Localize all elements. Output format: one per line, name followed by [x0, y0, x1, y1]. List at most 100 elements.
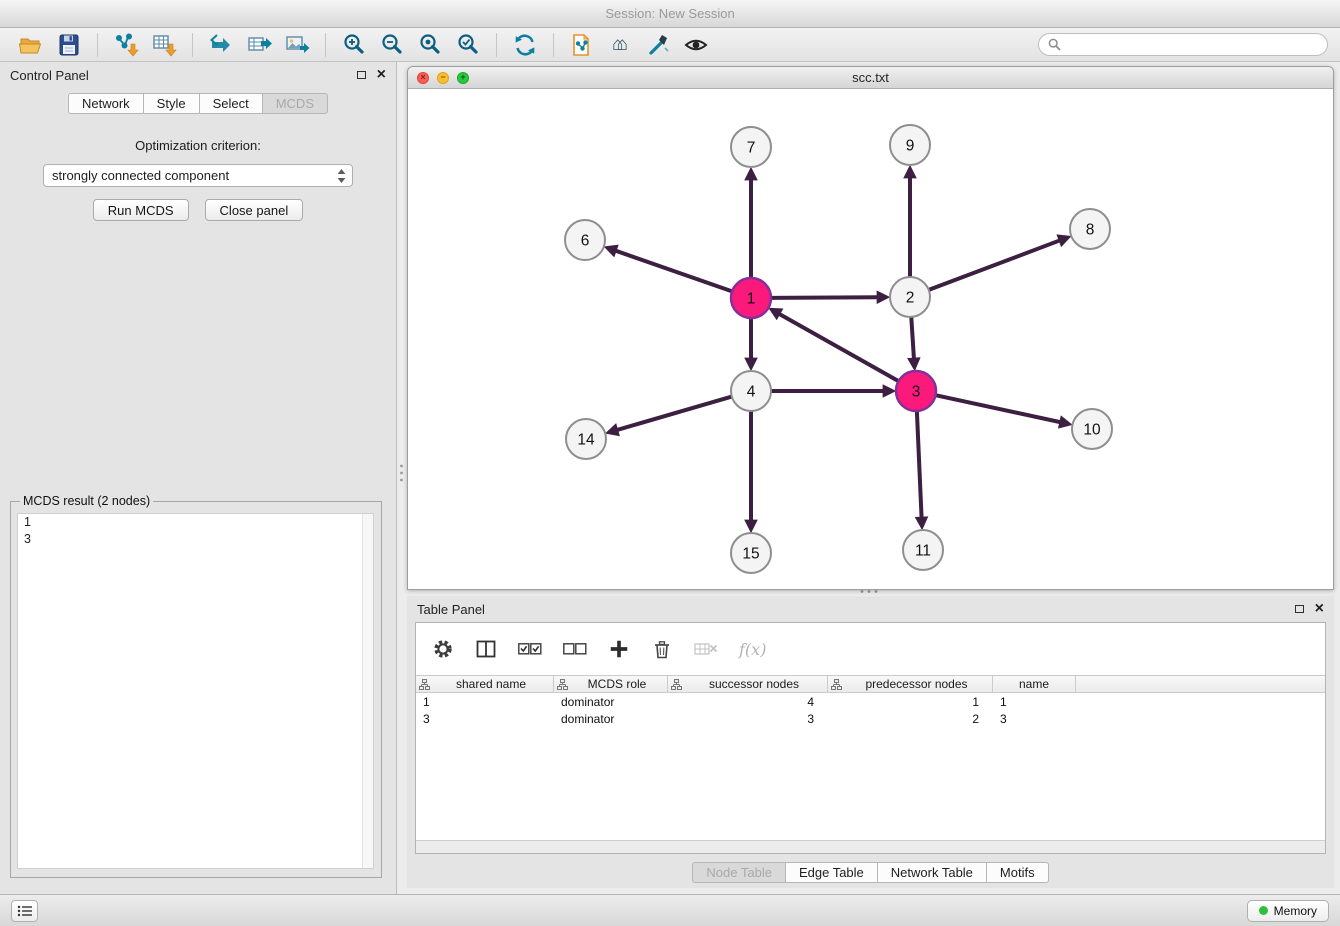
- mcds-result-group: MCDS result (2 nodes) 1 3: [10, 494, 382, 878]
- cell-shared-name[interactable]: 1: [416, 695, 554, 709]
- tab-network[interactable]: Network: [68, 93, 144, 114]
- task-history-button[interactable]: [11, 900, 38, 922]
- table-settings-gear-icon[interactable]: [432, 638, 454, 660]
- float-table-panel-icon[interactable]: [1295, 605, 1304, 613]
- edge-3-11[interactable]: [917, 411, 922, 518]
- zoom-selected-button[interactable]: [449, 30, 487, 60]
- cell-mcds-role[interactable]: dominator: [554, 695, 668, 709]
- node-label-15: 15: [742, 546, 759, 563]
- table-row[interactable]: 3 dominator 3 2 3: [416, 710, 1325, 727]
- toolbar-separator: [553, 33, 554, 57]
- edge-1-2[interactable]: [771, 297, 878, 298]
- import-network-button[interactable]: [107, 30, 145, 60]
- save-session-button[interactable]: [50, 30, 88, 60]
- vertical-splitter-grip[interactable]: [398, 462, 405, 484]
- first-neighbors-icon: ⌂⌂: [612, 34, 628, 56]
- close-table-panel-icon[interactable]: ×: [1315, 603, 1324, 615]
- cell-successor-nodes[interactable]: 4: [668, 695, 828, 709]
- edge-2-8[interactable]: [929, 240, 1060, 290]
- refresh-layout-button[interactable]: [506, 30, 544, 60]
- edge-4-14[interactable]: [617, 397, 732, 430]
- criterion-select[interactable]: strongly connected component: [43, 164, 353, 187]
- maximize-window-button[interactable]: +: [457, 72, 469, 84]
- network-canvas[interactable]: 7968124310141511: [408, 89, 1333, 589]
- edge-3-1[interactable]: [779, 314, 899, 381]
- deselect-all-columns-icon[interactable]: [563, 642, 587, 656]
- table-toolbar: f(x): [416, 623, 1325, 675]
- tab-mcds[interactable]: MCDS: [263, 93, 328, 114]
- minimize-window-button[interactable]: −: [437, 72, 449, 84]
- node-table-frame: f(x) shared name MCDS role successor nod…: [415, 622, 1326, 854]
- cell-mcds-role[interactable]: dominator: [554, 712, 668, 726]
- result-scrollbar[interactable]: [362, 514, 373, 868]
- tab-select[interactable]: Select: [200, 93, 263, 114]
- import-table-button[interactable]: [145, 30, 183, 60]
- optimization-criterion-label: Optimization criterion:: [0, 138, 396, 153]
- cell-successor-nodes[interactable]: 3: [668, 712, 828, 726]
- cell-predecessor-nodes[interactable]: 1: [828, 695, 993, 709]
- export-image-button[interactable]: [278, 30, 316, 60]
- tab-edge-table[interactable]: Edge Table: [786, 862, 878, 883]
- status-bar: Memory: [0, 894, 1340, 926]
- column-header-mcds-role[interactable]: MCDS role: [554, 676, 668, 692]
- window-titlebar[interactable]: Session: New Session: [0, 0, 1340, 28]
- export-network-button[interactable]: [202, 30, 240, 60]
- new-network-from-selection-button[interactable]: [563, 30, 601, 60]
- node-label-8: 8: [1086, 222, 1095, 239]
- close-panel-button[interactable]: Close panel: [205, 199, 304, 221]
- search-input[interactable]: [1067, 38, 1318, 52]
- close-window-button[interactable]: ×: [417, 72, 429, 84]
- tab-motifs[interactable]: Motifs: [987, 862, 1049, 883]
- show-column-panel-icon[interactable]: [475, 638, 497, 660]
- cell-shared-name[interactable]: 3: [416, 712, 554, 726]
- refresh-icon: [512, 32, 538, 58]
- create-column-plus-icon[interactable]: [608, 638, 630, 660]
- cell-name[interactable]: 3: [993, 712, 1076, 726]
- table-row[interactable]: 1 dominator 4 1 1: [416, 693, 1325, 710]
- edge-1-6[interactable]: [615, 251, 732, 292]
- tab-node-table[interactable]: Node Table: [692, 862, 786, 883]
- float-panel-icon[interactable]: [357, 71, 366, 79]
- close-panel-icon[interactable]: ×: [377, 69, 386, 81]
- run-mcds-button[interactable]: Run MCDS: [93, 199, 189, 221]
- search-box[interactable]: [1038, 33, 1328, 56]
- control-panel-tabs: Network Style Select MCDS: [0, 93, 396, 114]
- show-hide-button[interactable]: [677, 30, 715, 60]
- network-window-titlebar[interactable]: × − + scc.txt: [408, 67, 1333, 89]
- cell-predecessor-nodes[interactable]: 2: [828, 712, 993, 726]
- table-horizontal-scrollbar[interactable]: [416, 840, 1325, 853]
- select-all-columns-icon[interactable]: [518, 642, 542, 656]
- result-item: 1: [18, 514, 373, 531]
- tab-style[interactable]: Style: [144, 93, 200, 114]
- column-header-predecessor-nodes[interactable]: predecessor nodes: [828, 676, 993, 692]
- column-header-name[interactable]: name: [993, 676, 1076, 692]
- eye-icon: [683, 32, 709, 58]
- first-neighbors-button[interactable]: ⌂⌂: [601, 30, 639, 60]
- table-header-row: shared name MCDS role successor nodes pr…: [416, 675, 1325, 693]
- edge-2-3[interactable]: [911, 317, 914, 359]
- tab-network-table[interactable]: Network Table: [878, 862, 987, 883]
- list-icon: [17, 905, 33, 917]
- export-table-button[interactable]: [240, 30, 278, 60]
- memory-button[interactable]: Memory: [1247, 900, 1329, 922]
- delete-column-trash-icon[interactable]: [651, 638, 673, 660]
- mcds-result-list[interactable]: 1 3: [17, 513, 374, 869]
- node-label-1: 1: [747, 291, 756, 308]
- zoom-out-button[interactable]: [373, 30, 411, 60]
- node-label-10: 10: [1083, 422, 1101, 439]
- function-builder-icon-disabled: f(x): [739, 640, 766, 659]
- zoom-fit-icon: [417, 32, 443, 58]
- column-header-shared-name[interactable]: shared name: [416, 676, 554, 692]
- apply-style-button[interactable]: [639, 30, 677, 60]
- criterion-select-value: strongly connected component: [52, 168, 229, 183]
- cell-name[interactable]: 1: [993, 695, 1076, 709]
- mcds-result-title: MCDS result (2 nodes): [20, 494, 153, 508]
- zoom-in-button[interactable]: [335, 30, 373, 60]
- tree-icon: [419, 679, 430, 690]
- column-header-successor-nodes[interactable]: successor nodes: [668, 676, 828, 692]
- edge-3-10[interactable]: [936, 395, 1061, 422]
- node-label-9: 9: [906, 138, 915, 155]
- open-folder-icon: [18, 32, 44, 58]
- open-session-button[interactable]: [12, 30, 50, 60]
- zoom-fit-button[interactable]: [411, 30, 449, 60]
